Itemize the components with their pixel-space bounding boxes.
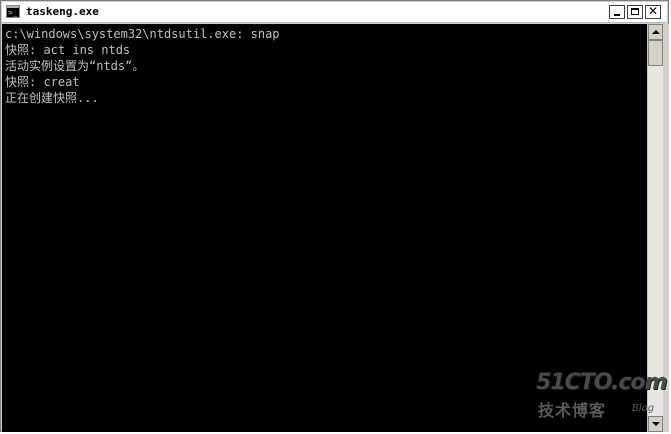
- caption-buttons: ✕: [607, 4, 661, 20]
- minimize-button[interactable]: [609, 5, 625, 19]
- close-button[interactable]: ✕: [645, 4, 661, 19]
- console-line-command: c:\windows\system32\ntdsutil.exe: snap: [5, 27, 280, 41]
- console-line-instance-set: 活动实例设置为“ntds”。: [5, 59, 145, 73]
- watermark-blog-text: Blog: [632, 403, 655, 414]
- title-bar[interactable]: >_ taskeng.exe ✕: [2, 2, 667, 23]
- console-app-icon[interactable]: >_: [6, 5, 20, 18]
- watermark-main-text: 51CTO.com: [536, 370, 667, 395]
- console-line-creat: 快照: creat: [5, 75, 80, 89]
- scroll-up-button[interactable]: [648, 24, 663, 40]
- watermark-logo: 51CTO.com 技术博客 Blog: [536, 371, 667, 425]
- console-line-act-ins: 快照: act ins ntds: [5, 43, 131, 57]
- window-title: taskeng.exe: [26, 5, 99, 18]
- maximize-button[interactable]: [627, 5, 643, 19]
- scroll-up-arrow-icon: [652, 30, 660, 34]
- console-line-creating-snapshot: 正在创建快照...: [5, 91, 99, 105]
- close-icon: ✕: [647, 4, 659, 18]
- maximize-icon: [631, 8, 639, 15]
- scroll-thumb[interactable]: [648, 40, 663, 66]
- watermark-sub-text: 技术博客: [538, 401, 607, 420]
- minimize-icon: [614, 14, 620, 16]
- console-window: >_ taskeng.exe ✕ c:\windows\system32\ntd…: [0, 0, 669, 432]
- icon-prompt-glyph: >_: [8, 8, 18, 17]
